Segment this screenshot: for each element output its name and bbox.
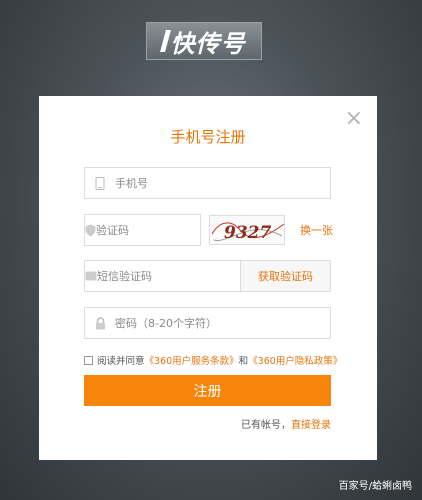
phone-field[interactable] <box>84 167 331 199</box>
site-logo: 快传号 <box>146 22 262 60</box>
privacy-link[interactable]: 《360用户隐私政策》 <box>248 353 342 367</box>
terms-link[interactable]: 《360用户服务条款》 <box>145 353 239 367</box>
shield-icon <box>85 224 96 237</box>
watermark: 百家号/蛤蜊卤鸭 <box>338 481 412 492</box>
message-icon <box>85 271 97 281</box>
refresh-captcha-link[interactable]: 换一张 <box>300 222 333 238</box>
login-link[interactable]: 直接登录 <box>291 420 331 431</box>
phone-icon <box>85 176 115 190</box>
get-sms-code-button[interactable]: 获取验证码 <box>240 260 331 292</box>
password-input[interactable] <box>115 316 330 330</box>
captcha-text: 9327 <box>224 223 271 243</box>
agree-and: 和 <box>238 356 249 367</box>
captcha-field[interactable] <box>84 214 241 246</box>
agreement-row: 阅读并同意 《360用户服务条款》 和 《360用户隐私政策》 <box>84 353 342 367</box>
logo-text: 快传号 <box>170 29 246 58</box>
logo-mark <box>159 30 171 52</box>
register-dialog: × 手机号注册 9327 换一张 获取验证码 阅读并同意 <box>39 96 377 460</box>
phone-input[interactable] <box>115 176 330 190</box>
captcha-image[interactable]: 9327 <box>209 215 285 245</box>
agree-checkbox[interactable] <box>84 355 93 365</box>
lock-icon <box>85 316 115 330</box>
sms-field[interactable] <box>84 260 242 292</box>
login-row: 已有帐号，直接登录 <box>241 416 331 431</box>
password-field[interactable] <box>84 307 331 339</box>
dialog-title: 手机号注册 <box>170 128 246 146</box>
register-button[interactable]: 注册 <box>84 375 331 406</box>
has-account-text: 已有帐号， <box>241 420 291 431</box>
sms-input[interactable] <box>97 269 242 283</box>
agree-prefix: 阅读并同意 <box>97 356 145 367</box>
